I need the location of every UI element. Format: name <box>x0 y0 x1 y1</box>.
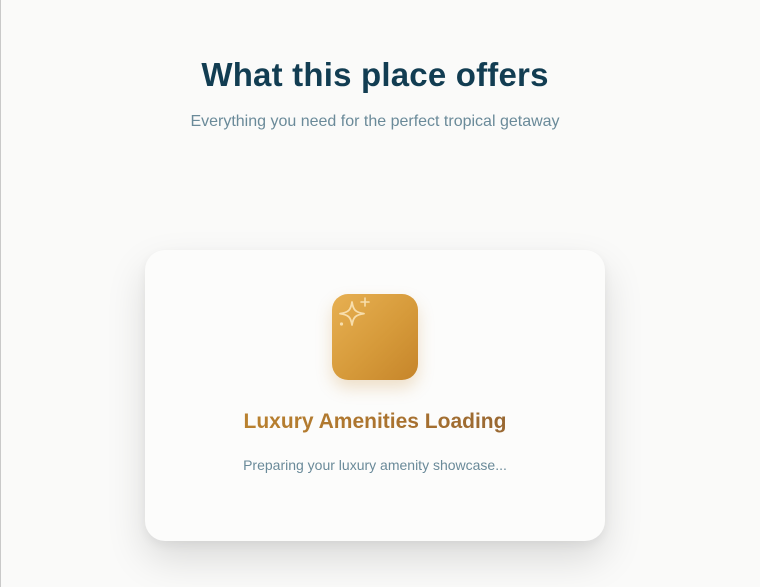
amenities-loading-card: Luxury Amenities Loading Preparing your … <box>145 250 605 541</box>
amenities-icon-tile <box>332 294 418 380</box>
sparkles-icon <box>339 297 370 326</box>
loading-title: Luxury Amenities Loading <box>145 410 605 434</box>
section-title: What this place offers <box>201 56 549 93</box>
section-subtitle: Everything you need for the perfect trop… <box>190 113 560 130</box>
loading-message: Preparing your luxury amenity showcase..… <box>243 457 507 473</box>
